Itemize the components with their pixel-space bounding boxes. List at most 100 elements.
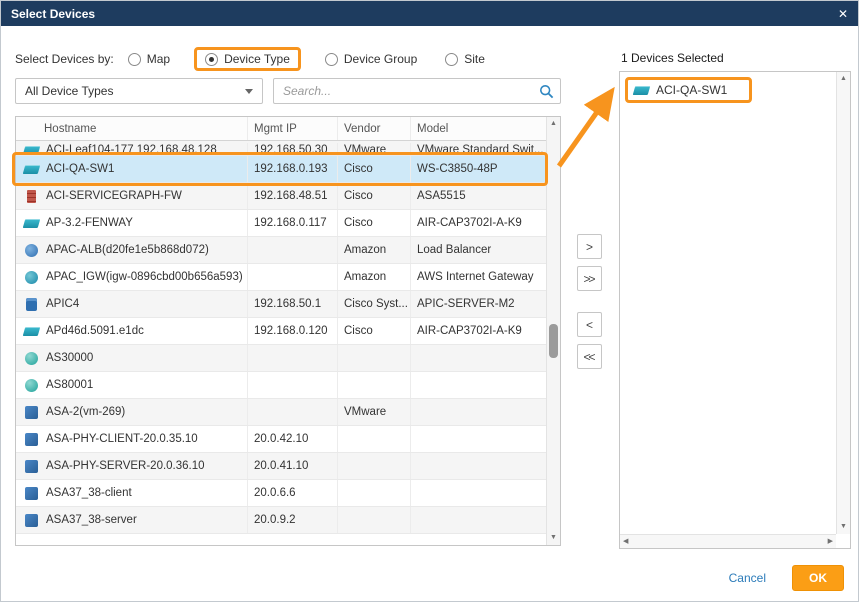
device-icon-box <box>22 298 40 311</box>
model-cell <box>411 399 546 425</box>
hostname-text: AS80001 <box>46 379 93 391</box>
device-icon-box <box>22 327 40 336</box>
scroll-left-arrow-icon[interactable]: ◀ <box>623 535 628 549</box>
selected-devices-panel: ACI-QA-SW1 ▲ ▼ ◀ ▶ <box>619 71 851 549</box>
radio-map[interactable]: Map <box>128 52 170 66</box>
table-body: ACI-Leaf104-177 192.168.48.128192.168.50… <box>16 141 546 545</box>
vendor-cell: Cisco <box>338 318 411 344</box>
device-icon-box <box>22 406 40 419</box>
table-row[interactable]: ACI-QA-SW1192.168.0.193CiscoWS-C3850-48P <box>16 156 546 183</box>
model-cell <box>411 480 546 506</box>
vendor-cell <box>338 480 411 506</box>
hostname-cell: APAC-ALB(d20fe1e5b868d072) <box>16 237 248 263</box>
mgmt-ip-cell: 20.0.6.6 <box>248 480 338 506</box>
scroll-up-arrow-icon[interactable]: ▲ <box>837 72 850 86</box>
radio-circle-icon <box>128 53 141 66</box>
mgmt-ip-cell <box>248 237 338 263</box>
table-row[interactable]: AP-3.2-FENWAY192.168.0.117CiscoAIR-CAP37… <box>16 210 546 237</box>
selected-list: ACI-QA-SW1 <box>620 72 836 534</box>
hostname-text: AS30000 <box>46 352 93 364</box>
radio-device-type[interactable]: Device Type <box>194 47 301 71</box>
table-row[interactable]: APAC_IGW(igw-0896cbd00b656a593)AmazonAWS… <box>16 264 546 291</box>
model-cell: VMware Standard Swit... <box>411 143 546 156</box>
mgmt-ip-cell <box>248 345 338 371</box>
search-icon[interactable] <box>539 84 554 104</box>
hostname-cell: ASA-PHY-CLIENT-20.0.35.10 <box>16 426 248 452</box>
radio-site[interactable]: Site <box>445 52 485 66</box>
column-header-model[interactable]: Model <box>411 117 546 140</box>
device-type-dropdown[interactable]: All Device Types <box>15 78 263 104</box>
model-cell: Load Balancer <box>411 237 546 263</box>
search-input[interactable] <box>274 79 530 103</box>
device-icon-box <box>22 271 40 284</box>
table-row[interactable]: APd46d.5091.e1dc192.168.0.120CiscoAIR-CA… <box>16 318 546 345</box>
table-row[interactable]: ASA-PHY-SERVER-20.0.36.1020.0.41.10 <box>16 453 546 480</box>
hostname-cell: ASA-PHY-SERVER-20.0.36.10 <box>16 453 248 479</box>
scroll-down-arrow-icon[interactable]: ▼ <box>547 531 560 545</box>
switch-device-icon <box>22 165 40 174</box>
ok-button[interactable]: OK <box>792 565 844 591</box>
model-cell: WS-C3850-48P <box>411 156 546 182</box>
table-row[interactable]: APAC-ALB(d20fe1e5b868d072) AmazonLoad Bal… <box>16 237 546 264</box>
hostname-text: ACI-QA-SW1 <box>46 163 114 175</box>
device-table: Hostname Mgmt IP Vendor Model ACI-Leaf10… <box>15 116 561 546</box>
radio-device-group[interactable]: Device Group <box>325 52 417 66</box>
column-header-vendor[interactable]: Vendor <box>338 117 411 140</box>
switch-device-icon <box>22 327 40 336</box>
table-row[interactable]: ASA37_38-client 20.0.6.6 <box>16 480 546 507</box>
hostname-cell: APAC_IGW(igw-0896cbd00b656a593) <box>16 264 248 290</box>
table-row[interactable]: ACI-Leaf104-177 192.168.48.128192.168.50… <box>16 141 546 156</box>
scroll-right-arrow-icon[interactable]: ▶ <box>828 535 833 549</box>
model-cell <box>411 507 546 533</box>
cancel-button[interactable]: Cancel <box>729 571 766 585</box>
model-cell <box>411 426 546 452</box>
table-row[interactable]: APIC4192.168.50.1Cisco Syst...APIC-SERVE… <box>16 291 546 318</box>
column-header-hostname[interactable]: Hostname <box>16 117 248 140</box>
add-selected-button[interactable]: > <box>577 234 602 259</box>
device-icon-box <box>22 487 40 500</box>
radio-group: Map Device Type Device Group Site <box>128 47 485 71</box>
dialog-footer: Cancel OK <box>1 555 858 601</box>
hostname-cell: ASA37_38-client <box>16 480 248 506</box>
switch-device-icon <box>633 86 651 95</box>
scroll-up-arrow-icon[interactable]: ▲ <box>547 117 560 131</box>
panel-vertical-scrollbar: ▲ ▼ <box>836 72 850 534</box>
selected-device-item[interactable]: ACI-QA-SW1 <box>625 77 752 103</box>
search-box <box>273 78 561 104</box>
table-row[interactable]: ASA-2(vm-269)VMware <box>16 399 546 426</box>
close-icon[interactable]: ✕ <box>838 8 848 20</box>
asa-device-icon <box>25 460 38 473</box>
hostname-text: ASA37_38-client <box>46 487 132 499</box>
mgmt-ip-cell: 192.168.48.51 <box>248 183 338 209</box>
mgmt-ip-cell: 20.0.9.2 <box>248 507 338 533</box>
selected-count-label: 1 Devices Selected <box>621 51 724 65</box>
model-cell <box>411 453 546 479</box>
table-row[interactable]: ASA-PHY-CLIENT-20.0.35.1020.0.42.10 <box>16 426 546 453</box>
table-row[interactable]: AS80001 <box>16 372 546 399</box>
mgmt-ip-cell: 20.0.41.10 <box>248 453 338 479</box>
vendor-cell <box>338 507 411 533</box>
vendor-cell: Cisco <box>338 156 411 182</box>
hostname-text: ASA37_38-server <box>46 514 137 526</box>
table-row[interactable]: AS30000 <box>16 345 546 372</box>
remove-selected-button[interactable]: < <box>577 312 602 337</box>
hostname-text: APAC-ALB(d20fe1e5b868d072) <box>46 244 209 256</box>
asa-device-icon <box>25 406 38 419</box>
hostname-cell: AP-3.2-FENWAY <box>16 210 248 236</box>
vendor-cell <box>338 345 411 371</box>
scrollbar-thumb[interactable] <box>549 324 558 358</box>
table-row[interactable]: ACI-SERVICEGRAPH-FW192.168.48.51CiscoASA… <box>16 183 546 210</box>
remove-all-button[interactable]: << <box>577 344 602 369</box>
dialog-titlebar: Select Devices ✕ <box>1 1 858 26</box>
hostname-cell: AS80001 <box>16 372 248 398</box>
vendor-cell: Amazon <box>338 237 411 263</box>
add-all-button[interactable]: >> <box>577 266 602 291</box>
column-header-mgmt-ip[interactable]: Mgmt IP <box>248 117 338 140</box>
device-icon-box <box>22 379 40 392</box>
table-vertical-scrollbar: ▲ ▼ <box>546 117 560 545</box>
table-row[interactable]: ASA37_38-server 20.0.9.2 <box>16 507 546 534</box>
scroll-down-arrow-icon[interactable]: ▼ <box>837 520 850 534</box>
selected-device-label: ACI-QA-SW1 <box>656 83 727 97</box>
igw-device-icon <box>25 271 38 284</box>
mgmt-ip-cell: 20.0.42.10 <box>248 426 338 452</box>
